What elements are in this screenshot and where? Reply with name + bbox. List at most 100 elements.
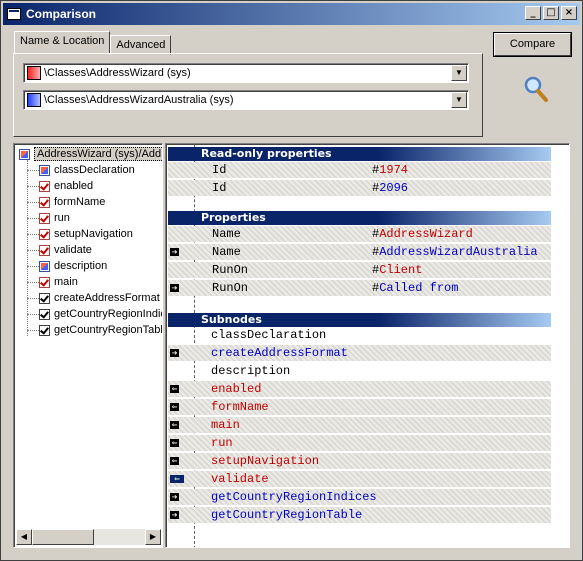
subnode-row[interactable]: description xyxy=(168,363,551,379)
second-color-swatch xyxy=(27,93,41,107)
tree-item[interactable]: formName xyxy=(39,194,105,210)
tab-advanced[interactable]: Advanced xyxy=(110,35,172,55)
arrow-left-icon[interactable]: ⇐ xyxy=(170,457,179,465)
tree-item[interactable]: getCountryRegionTable xyxy=(39,322,162,338)
tree-item[interactable]: validate xyxy=(39,242,92,258)
value-text: AddressWizardAustralia xyxy=(379,245,538,259)
properties-section-header: Properties xyxy=(168,211,551,225)
value-text: Called from xyxy=(379,281,459,295)
first-element-selector[interactable]: \Classes\AddressWizard (sys) ▼ xyxy=(23,63,469,83)
title-bar[interactable]: Comparison _ □ × xyxy=(3,3,580,25)
tab-name-location[interactable]: Name & Location xyxy=(14,31,111,53)
checkbox-icon[interactable] xyxy=(39,292,50,304)
subnode-name: getCountryRegionIndices xyxy=(211,490,377,504)
checkbox-icon[interactable] xyxy=(39,180,50,192)
first-element-path: \Classes\AddressWizard (sys) xyxy=(44,67,191,79)
tree-item[interactable]: setupNavigation xyxy=(39,226,133,242)
property-row[interactable]: Name #AddressWizard xyxy=(168,226,551,242)
close-button[interactable]: × xyxy=(561,6,577,20)
tree-item[interactable]: description xyxy=(39,258,107,274)
subnode-row[interactable]: ⇐ validate xyxy=(168,471,551,487)
arrow-right-icon[interactable]: ➔ xyxy=(170,248,179,256)
subnode-row[interactable]: ⇐ main xyxy=(168,417,551,433)
subnode-row[interactable]: ⇐ setupNavigation xyxy=(168,453,551,469)
tree-item-label: formName xyxy=(54,196,106,208)
compare-button[interactable]: Compare xyxy=(494,33,571,56)
checkbox-icon[interactable] xyxy=(39,212,50,224)
property-value: #AddressWizard xyxy=(372,227,473,241)
tree-item-label: main xyxy=(54,276,78,288)
arrow-right-icon[interactable]: ➔ xyxy=(170,493,179,501)
arrow-left-icon[interactable]: ⇐ xyxy=(170,475,184,483)
checkbox-icon[interactable] xyxy=(39,324,50,336)
property-row[interactable]: ➔ RunOn #Called from xyxy=(168,280,551,296)
arrow-right-icon[interactable]: ➔ xyxy=(170,349,179,357)
maximize-button[interactable]: □ xyxy=(543,6,559,20)
minimize-button[interactable]: _ xyxy=(525,6,541,20)
property-value: #1974 xyxy=(372,163,408,177)
property-row[interactable]: ➔ Name #AddressWizardAustralia xyxy=(168,244,551,260)
tree-item[interactable]: createAddressFormat xyxy=(39,290,160,306)
subnode-name: description xyxy=(211,364,291,378)
subnode-name: formName xyxy=(211,400,269,414)
subnode-row[interactable]: ⇐ enabled xyxy=(168,381,551,397)
node-tree[interactable]: AddressWizard (sys)/Add classDeclaration… xyxy=(13,143,163,548)
scroll-left-icon[interactable]: ◀ xyxy=(16,529,32,545)
subnode-row[interactable]: ➔ getCountryRegionIndices xyxy=(168,489,551,505)
subnode-row[interactable]: ➔ createAddressFormat xyxy=(168,345,551,361)
tree-horizontal-scrollbar[interactable]: ◀ ▶ xyxy=(16,529,161,545)
checkbox-icon[interactable] xyxy=(39,244,50,256)
tree-connector xyxy=(27,202,39,203)
checkbox-icon[interactable] xyxy=(39,164,50,176)
subnode-row[interactable]: ⇐ run xyxy=(168,435,551,451)
tree-connector xyxy=(27,282,39,283)
subnodes-section-header: Subnodes xyxy=(168,313,551,327)
tree-connector xyxy=(27,298,39,299)
property-name: RunOn xyxy=(212,263,249,277)
tree-item-label: enabled xyxy=(54,180,94,192)
checkbox-icon[interactable] xyxy=(39,276,50,288)
tree-item[interactable]: enabled xyxy=(39,178,93,194)
property-value: #Client xyxy=(372,263,422,277)
checkbox-icon[interactable] xyxy=(39,196,50,208)
tree-item[interactable]: run xyxy=(39,210,70,226)
readonly-property-row[interactable]: Id #2096 xyxy=(168,180,551,196)
checkbox-icon[interactable] xyxy=(39,308,50,320)
second-element-selector[interactable]: \Classes\AddressWizardAustralia (sys) ▼ xyxy=(23,90,469,110)
chevron-down-icon[interactable]: ▼ xyxy=(451,92,467,108)
tree-connector xyxy=(27,250,39,251)
arrow-right-icon[interactable]: ➔ xyxy=(170,511,179,519)
arrow-left-icon[interactable]: ⇐ xyxy=(170,421,179,429)
property-row[interactable]: RunOn #Client xyxy=(168,262,551,278)
tree-item[interactable]: main xyxy=(39,274,78,290)
tree-root[interactable]: AddressWizard (sys)/Add xyxy=(19,146,162,162)
subnode-name: setupNavigation xyxy=(211,454,320,468)
tree-connector xyxy=(27,234,39,235)
subnode-row[interactable]: ⇐ formName xyxy=(168,399,551,415)
arrow-left-icon[interactable]: ⇐ xyxy=(170,439,179,447)
tree-connector xyxy=(27,314,39,315)
subnode-name: createAddressFormat xyxy=(211,346,348,360)
readonly-section-header: Read-only properties xyxy=(168,147,551,161)
value-text: AddressWizard xyxy=(379,227,473,241)
scroll-right-icon[interactable]: ▶ xyxy=(145,529,161,545)
comparison-detail-pane[interactable]: Read-only properties Id #1974 Id #2096 Prop… xyxy=(165,143,570,548)
arrow-left-icon[interactable]: ⇐ xyxy=(170,403,179,411)
first-color-swatch xyxy=(27,66,41,80)
arrow-right-icon[interactable]: ➔ xyxy=(170,284,179,292)
readonly-property-row[interactable]: Id #1974 xyxy=(168,162,551,178)
checkbox-icon[interactable] xyxy=(39,260,50,272)
arrow-left-icon[interactable]: ⇐ xyxy=(170,385,179,393)
tree-connector xyxy=(27,266,39,267)
subnode-name: enabled xyxy=(211,382,262,396)
mixed-node-icon xyxy=(19,148,30,160)
subnode-row[interactable]: ➔ getCountryRegionTable xyxy=(168,507,551,523)
tree-item-label: getCountryRegionIndices xyxy=(54,308,162,320)
checkbox-icon[interactable] xyxy=(39,228,50,240)
tree-item[interactable]: getCountryRegionIndices xyxy=(39,306,162,322)
subnode-row[interactable]: classDeclaration xyxy=(168,327,551,343)
chevron-down-icon[interactable]: ▼ xyxy=(451,65,467,81)
property-name: Name xyxy=(212,245,241,259)
tree-item[interactable]: classDeclaration xyxy=(39,162,135,178)
scroll-thumb[interactable] xyxy=(32,529,94,545)
